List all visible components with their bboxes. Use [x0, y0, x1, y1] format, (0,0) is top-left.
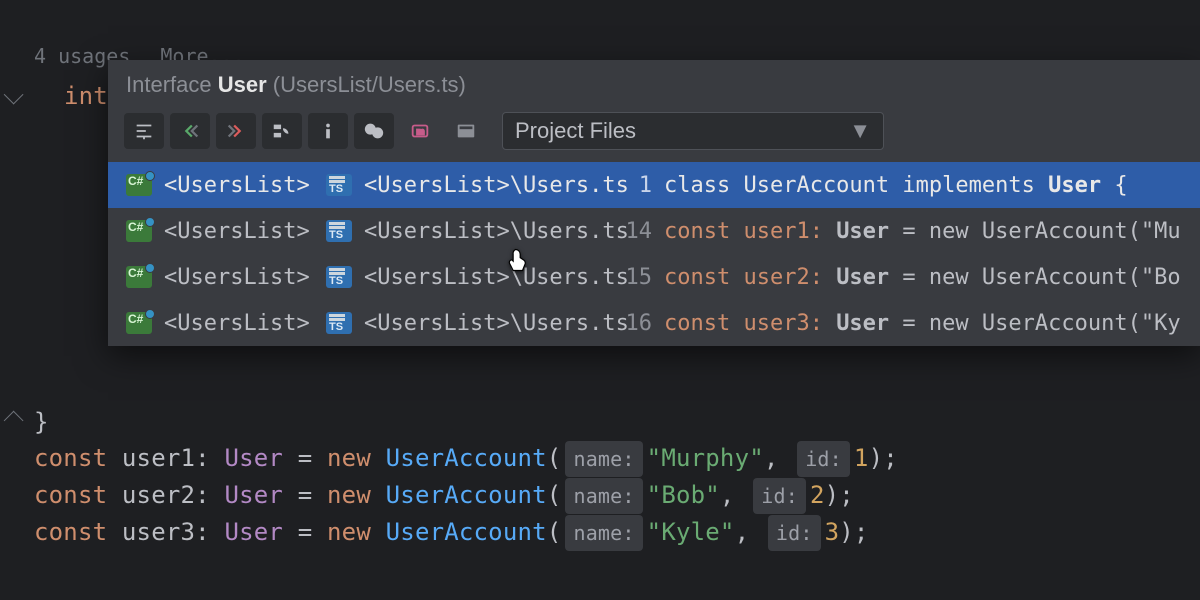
row-directory: <UsersList> — [164, 219, 314, 244]
param-hint: id: — [797, 441, 850, 477]
chevron-down-icon: ▼ — [849, 118, 871, 144]
scope-dropdown[interactable]: Project Files ▼ — [502, 112, 884, 150]
fold-icon[interactable] — [0, 89, 30, 103]
svg-text:m: m — [416, 127, 424, 137]
row-snippet: class UserAccount implements User { — [664, 173, 1182, 198]
row-line: 1 — [616, 173, 652, 198]
group-icon[interactable] — [262, 113, 302, 149]
csharp-file-icon — [126, 265, 152, 289]
row-file: <UsersList>\Users.ts — [364, 173, 604, 198]
csharp-file-icon — [126, 173, 152, 197]
ts-file-icon — [326, 265, 352, 289]
row-line: 14 — [616, 219, 652, 244]
row-line: 15 — [616, 265, 652, 290]
row-snippet: const user2: User = new UserAccount("Bob… — [664, 265, 1182, 290]
param-hint: name: — [565, 515, 642, 551]
popup-title: Interface User (UsersList/Users.ts) — [108, 60, 1200, 106]
scope-label: Project Files — [515, 118, 636, 144]
popup-toolbar: m Project Files ▼ — [108, 106, 1200, 162]
ts-file-icon — [326, 219, 352, 243]
row-directory: <UsersList> — [164, 173, 314, 198]
fold-icon[interactable] — [0, 415, 30, 429]
row-file: <UsersList>\Users.ts — [364, 265, 604, 290]
row-line: 16 — [616, 311, 652, 336]
row-directory: <UsersList> — [164, 265, 314, 290]
row-directory: <UsersList> — [164, 311, 314, 336]
prev-occurrence-icon[interactable] — [170, 113, 210, 149]
usage-row[interactable]: <UsersList> <UsersList>\Users.ts 1 class… — [108, 162, 1200, 208]
code-brace: } — [30, 404, 49, 440]
row-snippet: const user3: User = new UserAccount("Kyl… — [664, 311, 1182, 336]
csharp-file-icon — [126, 311, 152, 335]
param-hint: id: — [768, 515, 821, 551]
next-occurrence-icon[interactable] — [216, 113, 256, 149]
find-usages-popup: Interface User (UsersList/Users.ts) m Pr… — [108, 60, 1200, 346]
code-line[interactable]: const user1: User = new UserAccount(name… — [0, 440, 1200, 477]
usage-row[interactable]: <UsersList> <UsersList>\Users.ts 16 cons… — [108, 300, 1200, 346]
row-file: <UsersList>\Users.ts — [364, 311, 604, 336]
info-icon[interactable] — [308, 113, 348, 149]
code-line[interactable]: const user3: User = new UserAccount(name… — [0, 514, 1200, 551]
row-file: <UsersList>\Users.ts — [364, 219, 604, 244]
results-list: <UsersList> <UsersList>\Users.ts 1 class… — [108, 162, 1200, 346]
usage-row[interactable]: <UsersList> <UsersList>\Users.ts 15 cons… — [108, 254, 1200, 300]
param-hint: id: — [753, 478, 806, 514]
method-icon[interactable]: m — [400, 113, 440, 149]
param-hint: name: — [565, 441, 642, 477]
csharp-file-icon — [126, 219, 152, 243]
ts-file-icon — [326, 311, 352, 335]
ts-file-icon — [326, 173, 352, 197]
settings-icon[interactable] — [124, 113, 164, 149]
param-hint: name: — [565, 478, 642, 514]
preview-icon[interactable] — [446, 113, 486, 149]
row-snippet: const user1: User = new UserAccount("Mur… — [664, 219, 1182, 244]
code-line[interactable]: const user2: User = new UserAccount(name… — [0, 477, 1200, 514]
usage-row[interactable]: <UsersList> <UsersList>\Users.ts 14 cons… — [108, 208, 1200, 254]
filter-icon[interactable] — [354, 113, 394, 149]
